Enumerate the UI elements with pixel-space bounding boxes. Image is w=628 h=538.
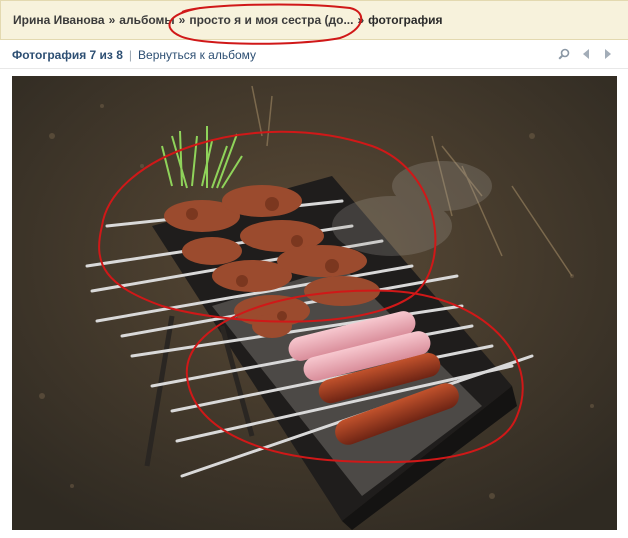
nav-divider: | xyxy=(128,47,133,62)
breadcrumb-user-link[interactable]: Ирина Иванова xyxy=(13,13,105,27)
breadcrumb: Ирина Иванова » альбомы » просто я и моя… xyxy=(0,0,628,40)
photo-counter: Фотография 7 из 8 xyxy=(12,47,123,62)
photo-image xyxy=(12,76,617,530)
breadcrumb-separator: » xyxy=(357,13,365,27)
breadcrumb-album-link[interactable]: просто я и моя сестра (до... xyxy=(189,13,353,27)
photo-nav-bar: Фотография 7 из 8 | Вернуться к альбому xyxy=(0,41,628,69)
photo-toolbar xyxy=(558,47,614,61)
back-to-album-link[interactable]: Вернуться к альбому xyxy=(138,48,256,62)
photo[interactable] xyxy=(12,76,617,530)
breadcrumb-separator: » xyxy=(108,13,116,27)
search-icon[interactable] xyxy=(558,47,570,61)
breadcrumb-current: фотография xyxy=(368,13,443,27)
next-arrow-icon[interactable] xyxy=(602,47,614,61)
prev-arrow-icon[interactable] xyxy=(580,47,592,61)
breadcrumb-albums-link[interactable]: альбомы xyxy=(119,13,174,27)
breadcrumb-separator: » xyxy=(178,13,186,27)
